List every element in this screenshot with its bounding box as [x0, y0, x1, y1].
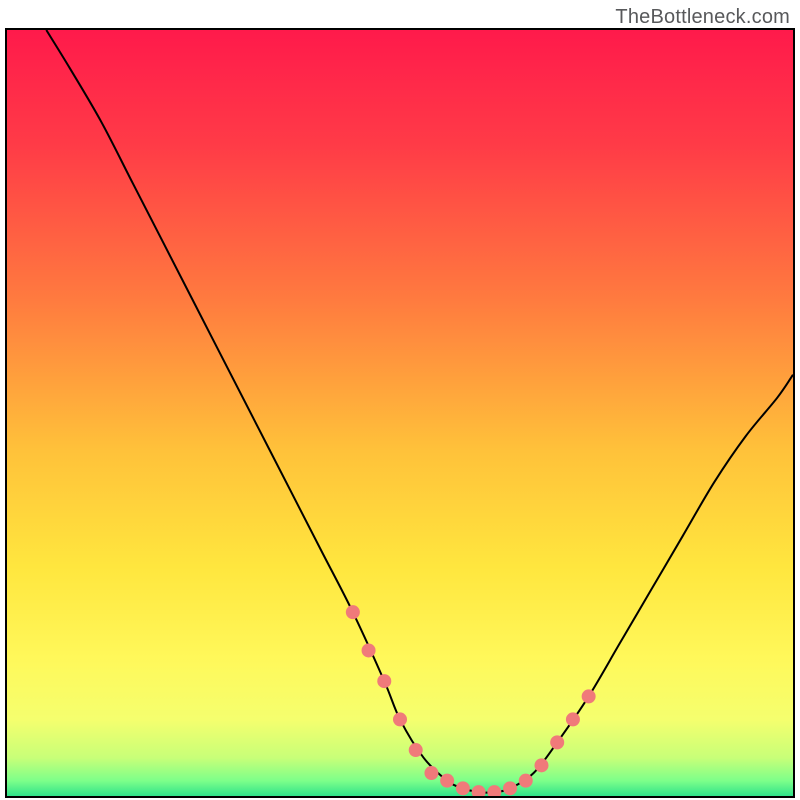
marker-point — [534, 758, 548, 772]
marker-point — [377, 674, 391, 688]
curve-layer — [7, 30, 793, 796]
marker-point — [424, 766, 438, 780]
marker-point — [440, 774, 454, 788]
bottleneck-curve — [46, 30, 793, 793]
plot-area — [5, 28, 795, 798]
marker-point — [519, 774, 533, 788]
chart-frame — [5, 28, 795, 798]
marker-point — [346, 605, 360, 619]
marker-point — [487, 785, 501, 796]
marker-point — [582, 689, 596, 703]
marker-point — [362, 643, 376, 657]
attribution-label: TheBottleneck.com — [615, 6, 790, 29]
marker-point — [566, 712, 580, 726]
marker-point — [472, 785, 486, 796]
marker-point — [456, 781, 470, 795]
marker-point — [409, 743, 423, 757]
marker-point — [550, 735, 564, 749]
marker-point — [503, 781, 517, 795]
highlighted-points — [346, 605, 596, 796]
marker-point — [393, 712, 407, 726]
